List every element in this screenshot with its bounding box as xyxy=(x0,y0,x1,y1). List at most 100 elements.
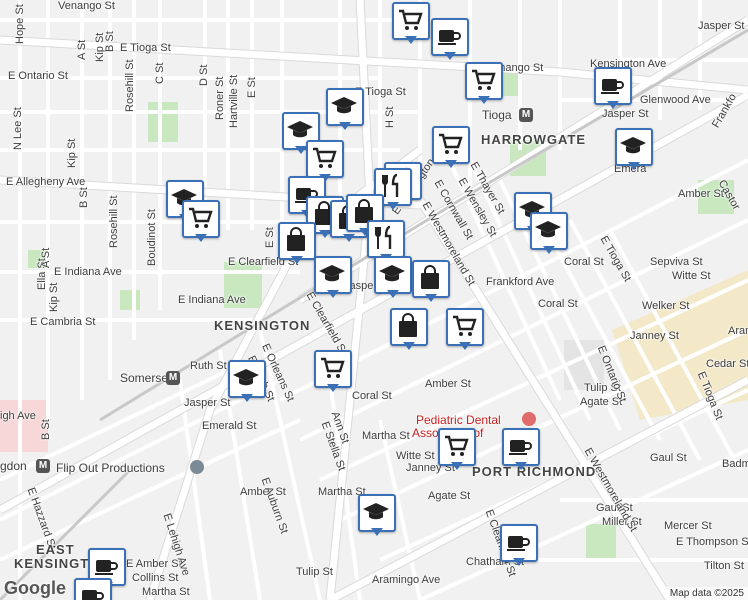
street-label: E Ontario St xyxy=(8,70,68,82)
street-label: igh Ave xyxy=(0,410,36,422)
place-label: Pediatric Dental xyxy=(416,413,501,427)
transit-label: Somerset xyxy=(120,371,172,385)
place-pin-icon[interactable] xyxy=(190,460,204,474)
medical-pin-icon[interactable] xyxy=(522,412,536,426)
street-label: Boudinot St xyxy=(146,209,158,266)
shopping-cart-marker[interactable] xyxy=(314,350,352,394)
street-label: Ruth St xyxy=(190,360,227,372)
shopping-cart-marker[interactable] xyxy=(432,126,470,170)
street-label: E St xyxy=(246,77,258,98)
coffee-marker[interactable] xyxy=(502,428,540,472)
school-marker[interactable] xyxy=(374,256,412,300)
school-icon xyxy=(620,137,646,154)
street-label: Witte St xyxy=(672,270,711,282)
street-label: Mercer St xyxy=(664,520,712,532)
neighborhood-label: EAST xyxy=(36,542,75,557)
shopping-bag-icon xyxy=(399,313,417,337)
street-label: B St xyxy=(40,419,52,440)
map-attribution: Map data ©2025 xyxy=(665,587,748,600)
coffee-icon xyxy=(438,30,461,45)
school-marker[interactable] xyxy=(615,128,653,172)
shopping-cart-marker[interactable] xyxy=(438,428,476,472)
school-marker[interactable] xyxy=(326,88,364,132)
street-label: A St xyxy=(40,247,52,268)
school-icon xyxy=(363,503,389,520)
shopping-bag-marker[interactable] xyxy=(390,308,428,352)
place-label: Flip Out Productions xyxy=(56,461,165,475)
coffee-marker[interactable] xyxy=(594,67,632,111)
school-icon xyxy=(379,265,405,282)
school-icon xyxy=(233,369,259,386)
street-label: E Amber St xyxy=(126,558,182,570)
restaurant-icon xyxy=(375,225,392,249)
street-label: Agate St xyxy=(428,490,471,502)
coffee-icon xyxy=(507,536,530,551)
shopping-cart-icon xyxy=(453,315,477,336)
coffee-icon xyxy=(95,560,118,575)
street-label: Coral St xyxy=(538,298,578,310)
school-marker[interactable] xyxy=(314,256,352,300)
shopping-cart-icon xyxy=(313,147,337,168)
street-label: Sepviva St xyxy=(650,256,703,268)
school-marker[interactable] xyxy=(228,360,266,404)
school-icon xyxy=(535,221,561,238)
street-label: Welker St xyxy=(642,300,690,312)
metro-icon[interactable]: M xyxy=(36,459,50,473)
street-label: E St xyxy=(264,227,276,248)
street-label: Aramingo Ave xyxy=(372,574,441,586)
street-label: E Cambria St xyxy=(30,316,96,328)
shopping-cart-marker[interactable] xyxy=(446,308,484,352)
street-label: Witte St xyxy=(396,450,435,462)
transit-label: Tioga xyxy=(482,108,512,122)
street-label: Tilton St xyxy=(704,560,744,572)
street-label: Badm xyxy=(722,458,748,470)
street-label: D St xyxy=(198,64,210,86)
street-label: Roner St xyxy=(214,76,226,120)
street-label: Martha St xyxy=(142,586,190,598)
school-marker[interactable] xyxy=(530,212,568,256)
street-label: Collins St xyxy=(132,572,179,584)
shopping-cart-marker[interactable] xyxy=(465,62,503,106)
shopping-bag-marker[interactable] xyxy=(278,222,316,266)
street-label: Amber St xyxy=(678,188,724,200)
shopping-cart-marker[interactable] xyxy=(392,2,430,46)
street-label: E Thompson St xyxy=(676,536,748,548)
street-label: H St xyxy=(384,106,396,128)
street-label: Hartville St xyxy=(228,74,240,128)
coffee-marker[interactable] xyxy=(500,524,538,568)
shopping-cart-icon xyxy=(445,435,469,456)
shopping-cart-icon xyxy=(472,69,496,90)
map-canvas[interactable]: Venango St E Tioga St E Tioga St E Venan… xyxy=(0,0,748,600)
shopping-bag-icon xyxy=(287,227,305,251)
metro-icon[interactable]: M xyxy=(166,371,180,385)
shopping-cart-icon xyxy=(399,9,423,30)
street-label: Gaul St xyxy=(650,452,687,464)
school-marker[interactable] xyxy=(358,494,396,538)
street-label: E Tioga St xyxy=(120,42,171,54)
street-label: Glenwood Ave xyxy=(640,94,711,106)
transit-label: gdon xyxy=(0,459,27,473)
google-logo: Google xyxy=(4,578,66,598)
street-label: Kip St xyxy=(48,282,60,312)
street-label: Venango St xyxy=(58,0,115,12)
street-label: Rosehill St xyxy=(108,195,120,248)
street-label: Kip St xyxy=(66,138,78,168)
coffee-marker[interactable] xyxy=(431,18,469,62)
street-label: E Indiana Ave xyxy=(178,294,246,306)
street-label: Jasper St xyxy=(184,397,231,409)
coffee-marker[interactable] xyxy=(74,578,112,600)
street-label: Amber St xyxy=(425,378,471,390)
coffee-icon xyxy=(601,79,624,94)
street-label: B St xyxy=(104,31,116,52)
street-label: Martha St xyxy=(362,430,410,442)
street-label: E Allegheny Ave xyxy=(6,176,86,188)
street-label: B St xyxy=(78,187,90,208)
metro-icon[interactable]: M xyxy=(519,108,533,122)
street-label: Tulip St xyxy=(296,566,333,578)
shopping-cart-icon xyxy=(189,207,213,228)
street-label: E Indiana Ave xyxy=(54,266,122,278)
street-label: Coral St xyxy=(564,256,604,268)
street-label: Coral St xyxy=(352,390,392,402)
shopping-cart-marker[interactable] xyxy=(182,200,220,244)
shopping-bag-marker[interactable] xyxy=(412,260,450,304)
